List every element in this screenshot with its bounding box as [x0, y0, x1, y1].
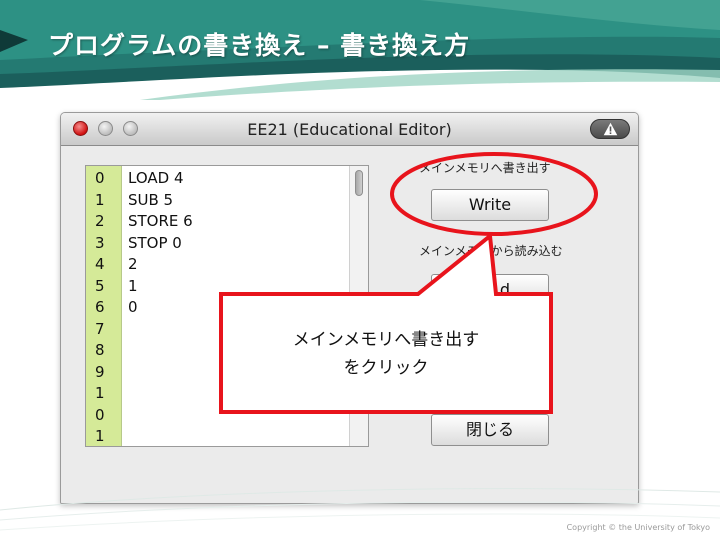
- copyright-notice: Copyright © the University of Tokyo: [566, 523, 710, 532]
- callout-line-1: メインメモリへ書き出す: [292, 330, 480, 350]
- highlight-ellipse: [390, 152, 598, 236]
- annotation-overlay: [219, 152, 598, 414]
- callout-text: メインメモリへ書き出す をクリック: [221, 326, 551, 382]
- callout-box: [219, 232, 553, 414]
- callout-line-2: をクリック: [343, 358, 429, 378]
